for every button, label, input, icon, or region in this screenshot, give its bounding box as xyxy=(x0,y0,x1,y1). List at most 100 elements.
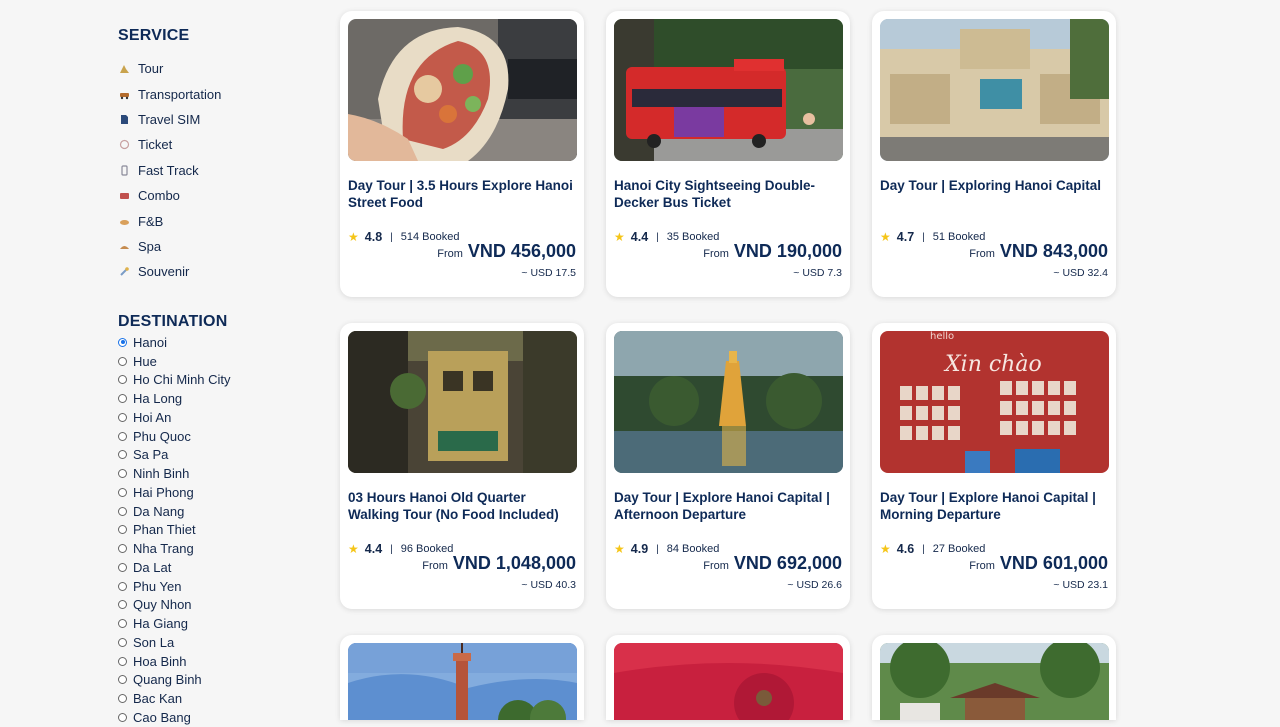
radio-button[interactable] xyxy=(118,562,127,572)
product-card[interactable] xyxy=(340,635,584,720)
destination-label: Da Nang xyxy=(133,503,185,519)
radio-button[interactable] xyxy=(118,431,127,441)
destination-option-hoi-an[interactable]: Hoi An xyxy=(118,408,231,427)
product-card[interactable]: Day Tour | Exploring Hanoi Capital ★ 4.7… xyxy=(872,11,1116,297)
product-title[interactable]: Day Tour | 3.5 Hours Explore Hanoi Stree… xyxy=(348,177,580,211)
radio-button[interactable] xyxy=(118,694,127,704)
radio-button[interactable] xyxy=(118,619,127,629)
product-card[interactable]: Hanoi City Sightseeing Double-Decker Bus… xyxy=(606,11,850,297)
radio-button[interactable] xyxy=(118,450,127,460)
rating-value: 4.7 xyxy=(896,230,915,244)
radio-button[interactable] xyxy=(118,637,127,647)
star-icon: ★ xyxy=(348,542,359,556)
price-row: From VND 692,000 xyxy=(703,553,842,574)
product-card[interactable]: hello Xin chào Day Tour | Explore Hanoi … xyxy=(872,323,1116,609)
price-from-label: From xyxy=(969,560,995,572)
destination-option-hanoi[interactable]: Hanoi xyxy=(118,333,231,352)
radio-button[interactable] xyxy=(118,394,127,404)
destination-option-ninh-binh[interactable]: Ninh Binh xyxy=(118,464,231,483)
product-title[interactable]: Hanoi City Sightseeing Double-Decker Bus… xyxy=(614,177,846,211)
food-icon xyxy=(118,215,130,227)
tour-icon xyxy=(118,63,130,75)
price-value: VND 1,048,000 xyxy=(452,553,576,573)
combo-icon xyxy=(118,190,130,202)
service-item-transportation[interactable]: Transportation xyxy=(118,81,221,106)
destination-option-phan-thiet[interactable]: Phan Thiet xyxy=(118,521,231,540)
service-label: Ticket xyxy=(138,137,173,153)
destination-label: Hanoi xyxy=(133,334,167,350)
destination-section-title: DESTINATION xyxy=(118,313,228,330)
destination-option-nha-trang[interactable]: Nha Trang xyxy=(118,539,231,558)
destination-label: Da Lat xyxy=(133,559,172,575)
radio-button[interactable] xyxy=(118,712,127,722)
product-card[interactable]: Day Tour | 3.5 Hours Explore Hanoi Stree… xyxy=(340,11,584,297)
service-section-title: SERVICE xyxy=(118,27,190,44)
image-text-xin-chao: Xin chào xyxy=(943,352,1042,377)
destination-option-phu-yen[interactable]: Phu Yen xyxy=(118,577,231,596)
destination-option-quang-binh[interactable]: Quang Binh xyxy=(118,671,231,690)
product-card[interactable]: Day Tour | Explore Hanoi Capital | After… xyxy=(606,323,850,609)
destination-option-quy-nhon[interactable]: Quy Nhon xyxy=(118,596,231,615)
product-card[interactable]: 03 Hours Hanoi Old Quarter Walking Tour … xyxy=(340,323,584,609)
destination-option-cao-bang[interactable]: Cao Bang xyxy=(118,708,231,727)
destination-option-hoa-binh[interactable]: Hoa Binh xyxy=(118,652,231,671)
radio-button[interactable] xyxy=(118,600,127,610)
destination-option-bac-kan[interactable]: Bac Kan xyxy=(118,689,231,708)
service-item-spa[interactable]: Spa xyxy=(118,234,221,259)
service-item-fast-track[interactable]: Fast Track xyxy=(118,158,221,183)
destination-option-ha-long[interactable]: Ha Long xyxy=(118,389,231,408)
radio-button[interactable] xyxy=(118,544,127,554)
destination-option-phu-quoc[interactable]: Phu Quoc xyxy=(118,427,231,446)
star-icon: ★ xyxy=(880,230,891,244)
service-item-ticket[interactable]: Ticket xyxy=(118,132,221,157)
service-label: Spa xyxy=(138,238,162,254)
service-list: Tour Transportation Travel SIM Ticket Fa… xyxy=(118,56,221,285)
destination-option-ho-chi-minh-city[interactable]: Ho Chi Minh City xyxy=(118,371,231,390)
usd-price: ~ USD 26.6 xyxy=(787,579,842,591)
service-item-travel-sim[interactable]: Travel SIM xyxy=(118,107,221,132)
old-quarter-photo xyxy=(348,331,577,473)
service-label: Transportation xyxy=(138,86,222,102)
destination-option-ha-giang[interactable]: Ha Giang xyxy=(118,614,231,633)
destination-label: Cao Bang xyxy=(133,709,191,725)
product-title[interactable]: 03 Hours Hanoi Old Quarter Walking Tour … xyxy=(348,489,580,523)
service-item-fnb[interactable]: F&B xyxy=(118,208,221,233)
radio-button[interactable] xyxy=(118,487,127,497)
product-title[interactable]: Day Tour | Explore Hanoi Capital | Morni… xyxy=(880,489,1112,523)
service-item-combo[interactable]: Combo xyxy=(118,183,221,208)
destination-label: Ninh Binh xyxy=(133,466,190,482)
destination-label: Hai Phong xyxy=(133,484,194,500)
product-title[interactable]: Day Tour | Explore Hanoi Capital | After… xyxy=(614,489,846,523)
radio-button[interactable] xyxy=(118,675,127,685)
radio-button[interactable] xyxy=(118,356,127,366)
radio-button[interactable] xyxy=(118,469,127,479)
destination-list: Hanoi Hue Ho Chi Minh City Ha Long Hoi A… xyxy=(118,333,231,727)
radio-button[interactable] xyxy=(118,412,127,422)
product-card[interactable] xyxy=(606,635,850,720)
destination-option-da-nang[interactable]: Da Nang xyxy=(118,502,231,521)
separator: | xyxy=(656,231,659,243)
radio-button[interactable] xyxy=(118,375,127,385)
product-card[interactable] xyxy=(872,635,1116,720)
radio-button[interactable] xyxy=(118,506,127,516)
star-icon: ★ xyxy=(880,542,891,556)
service-item-souvenir[interactable]: Souvenir xyxy=(118,259,221,284)
destination-option-son-la[interactable]: Son La xyxy=(118,633,231,652)
usd-price: ~ USD 17.5 xyxy=(521,267,576,279)
service-item-tour[interactable]: Tour xyxy=(118,56,221,81)
destination-option-da-lat[interactable]: Da Lat xyxy=(118,558,231,577)
destination-option-sa-pa[interactable]: Sa Pa xyxy=(118,446,231,465)
price-from-label: From xyxy=(437,248,463,260)
destination-option-hai-phong[interactable]: Hai Phong xyxy=(118,483,231,502)
radio-button[interactable] xyxy=(118,656,127,666)
destination-label: Ho Chi Minh City xyxy=(133,372,231,388)
radio-button[interactable] xyxy=(118,581,127,591)
radio-button-selected[interactable] xyxy=(118,337,127,347)
turtle-tower-photo xyxy=(614,331,843,473)
rating-value: 4.4 xyxy=(630,230,649,244)
destination-option-hue[interactable]: Hue xyxy=(118,352,231,371)
usd-price: ~ USD 23.1 xyxy=(1053,579,1108,591)
radio-button[interactable] xyxy=(118,525,127,535)
separator: | xyxy=(390,231,393,243)
product-title[interactable]: Day Tour | Exploring Hanoi Capital xyxy=(880,177,1112,194)
